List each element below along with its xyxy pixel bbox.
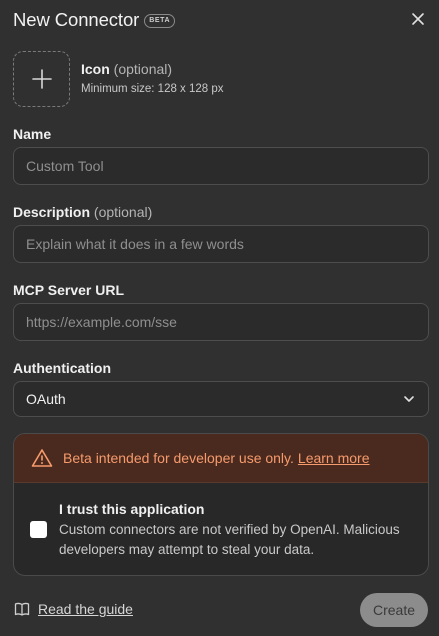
icon-size-hint: Minimum size: 128 x 128 px: [81, 83, 224, 95]
description-optional-text: (optional): [90, 204, 153, 220]
trust-row: I trust this application Custom connecto…: [14, 483, 428, 575]
beta-badge: BETA: [144, 13, 176, 28]
dialog-header: New Connector BETA: [13, 8, 429, 32]
description-label: Description (optional): [13, 204, 152, 220]
mcp-url-label: MCP Server URL: [13, 282, 125, 298]
trust-description: Custom connectors are not verified by Op…: [59, 522, 400, 557]
icon-label-text: Icon: [81, 61, 110, 77]
new-connector-dialog: New Connector BETA Icon (optional) Minim…: [0, 0, 439, 636]
beta-warning-box: Beta intended for developer use only. Lea…: [13, 433, 429, 576]
close-icon[interactable]: [409, 10, 427, 28]
chevron-down-icon: [404, 396, 414, 402]
description-label-text: Description: [13, 204, 91, 220]
warning-message: Beta intended for developer use only.: [63, 450, 294, 466]
description-input[interactable]: [13, 225, 429, 263]
create-button[interactable]: Create: [360, 593, 428, 627]
trust-title: I trust this application: [59, 501, 205, 517]
name-label: Name: [13, 126, 52, 142]
book-icon: [14, 602, 30, 616]
read-guide-link[interactable]: Read the guide: [14, 601, 133, 617]
warning-text: Beta intended for developer use only. Lea…: [63, 450, 370, 466]
learn-more-link[interactable]: Learn more: [298, 450, 370, 466]
trust-checkbox[interactable]: [30, 521, 47, 538]
plus-icon: [31, 69, 52, 89]
icon-upload-button[interactable]: [13, 51, 70, 107]
authentication-value: OAuth: [26, 391, 66, 407]
icon-info: Icon (optional) Minimum size: 128 x 128 …: [81, 61, 224, 95]
warning-banner: Beta intended for developer use only. Lea…: [14, 434, 428, 483]
read-guide-label: Read the guide: [38, 601, 133, 617]
name-input[interactable]: [13, 147, 429, 185]
dialog-title: New Connector: [13, 9, 140, 30]
authentication-select[interactable]: OAuth: [13, 381, 429, 417]
icon-optional-text: (optional): [109, 61, 173, 77]
mcp-url-input[interactable]: [13, 303, 429, 341]
icon-label: Icon (optional): [81, 61, 224, 77]
authentication-label: Authentication: [13, 360, 111, 376]
warning-triangle-icon: [31, 449, 53, 467]
